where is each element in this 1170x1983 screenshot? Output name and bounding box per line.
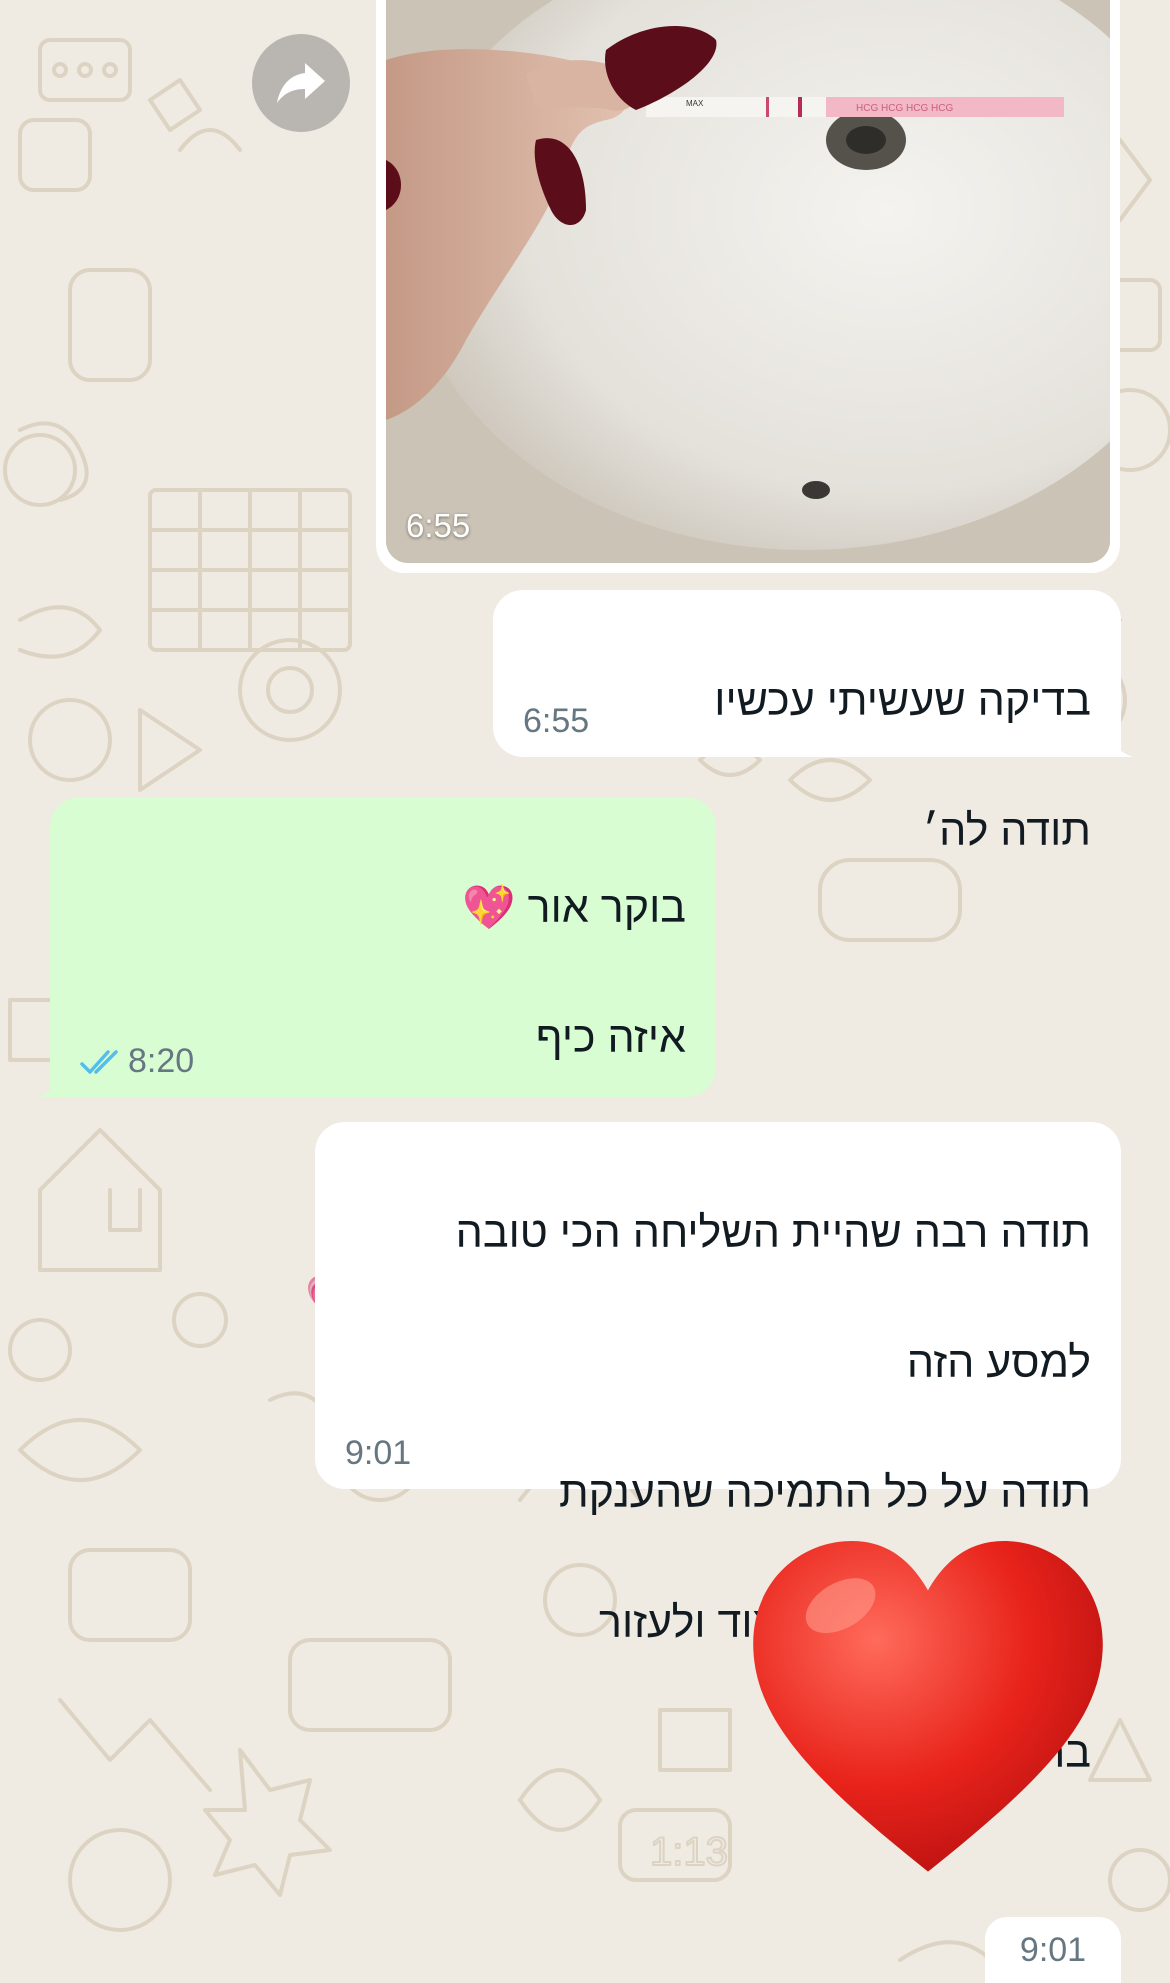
red-heart-icon [753, 1541, 1103, 1872]
heart-emoji-message[interactable] [738, 1522, 1118, 1902]
pregnancy-test-photo[interactable]: HCG HCG HCG HCG MAX 6:55 [386, 0, 1110, 563]
message-timestamp: 9:01 [345, 1434, 412, 1472]
svg-text:HCG HCG HCG HCG: HCG HCG HCG HCG [856, 103, 953, 114]
svg-text:MAX: MAX [686, 99, 704, 108]
message-timestamp: 8:20 [128, 1042, 195, 1080]
message-line: תודה רבה שהיית השליחה הכי טובה [455, 1209, 1091, 1257]
message-line: בוקר אור 💖 [462, 884, 686, 932]
image-timestamp: 6:55 [406, 507, 471, 544]
heart-message-timestamp: 9:01 [985, 1917, 1121, 1983]
bubble-tail [1103, 727, 1133, 757]
message-bubble-1[interactable]: בדיקה שעשיתי עכשיו תודה לה׳ 6:55 [493, 590, 1133, 855]
message-line: תודה על כל התמיכה שהענקת [558, 1469, 1091, 1517]
double-check-icon [80, 1049, 118, 1074]
message-line: למסע הזה [906, 1339, 1091, 1387]
bubble-tail [38, 1067, 68, 1097]
message-timestamp: 6:55 [523, 702, 590, 740]
message-line: בדיקה שעשיתי עכשיו [714, 677, 1091, 725]
message-bubble-3[interactable]: תודה רבה שהיית השליחה הכי טובה למסע הזה … [315, 1122, 1121, 1777]
forward-button[interactable] [252, 34, 350, 132]
message-meta: 8:20 [80, 1042, 194, 1081]
image-message[interactable]: HCG HCG HCG HCG MAX 6:55 [376, 0, 1120, 573]
message-bubble-2[interactable]: בוקר אור 💖 איזה כיף ישתבח הודו לה׳ כי טו… [38, 797, 716, 1322]
forward-arrow-icon [277, 63, 325, 103]
